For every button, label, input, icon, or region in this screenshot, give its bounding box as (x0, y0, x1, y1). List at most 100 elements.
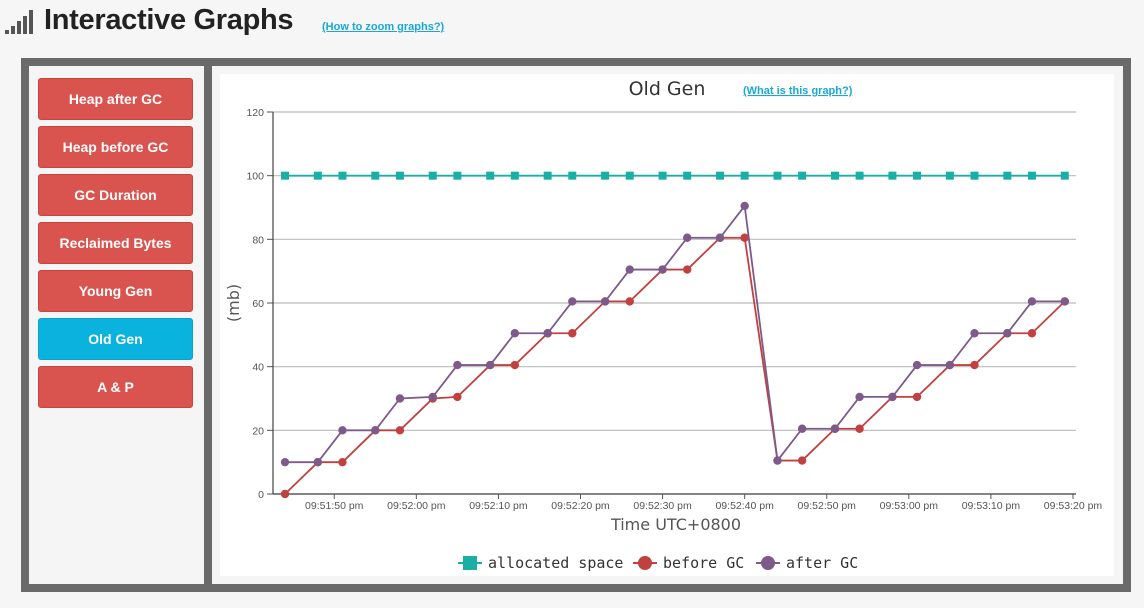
x-tick-label: 09:52:20 pm (551, 500, 610, 512)
y-tick-label: 60 (252, 298, 264, 310)
old-gen-chart[interactable]: Old Gen (What is this graph?) 0 20 40 60 80 100… (220, 74, 1114, 576)
data-point-before-gc (395, 426, 405, 435)
legend-label: after GC (786, 554, 858, 572)
data-point-allocated-space (1003, 171, 1012, 180)
y-axis-title: (mb) (224, 284, 243, 322)
data-point-allocated-space (740, 171, 749, 180)
data-point-after-gc (912, 360, 922, 370)
data-point-before-gc (855, 424, 864, 433)
data-point-allocated-space (486, 171, 495, 180)
nav-button-old-gen[interactable]: Old Gen (38, 318, 193, 360)
chart-panel: Old Gen (What is this graph?) 0 20 40 60 80 100… (212, 66, 1123, 584)
data-point-after-gc (1060, 297, 1069, 306)
data-point-allocated-space (945, 171, 954, 180)
signal-bars-icon (5, 10, 37, 34)
nav-button-a-p[interactable]: A & P (38, 366, 193, 408)
data-point-allocated-space (888, 171, 897, 180)
data-point-after-gc (773, 456, 782, 465)
data-point-after-gc (830, 424, 840, 433)
data-point-after-gc (1003, 329, 1012, 338)
data-point-allocated-space (568, 171, 577, 180)
data-point-allocated-space (798, 171, 807, 180)
legend-circle-marker (761, 556, 775, 570)
data-point-allocated-space (625, 171, 634, 180)
data-point-allocated-space (453, 171, 462, 180)
data-point-allocated-space (601, 171, 610, 180)
data-point-after-gc (683, 233, 692, 242)
data-point-after-gc (855, 392, 864, 402)
legend-item-allocated-space[interactable]: allocated space (458, 554, 623, 572)
data-point-allocated-space (773, 171, 782, 180)
data-point-before-gc (912, 392, 922, 402)
legend-item-after-gc[interactable]: after GC (756, 554, 858, 572)
legend-square-marker (463, 556, 477, 570)
data-point-allocated-space (716, 171, 725, 180)
data-point-after-gc (453, 360, 462, 370)
data-point-after-gc (371, 426, 380, 435)
data-point-allocated-space (371, 171, 380, 180)
data-point-after-gc (280, 457, 290, 467)
what-is-this-graph-link[interactable]: (What is this graph?) (743, 85, 853, 97)
data-point-allocated-space (683, 171, 692, 180)
data-point-before-gc (1027, 329, 1037, 338)
nav-button-heap-after-gc[interactable]: Heap after GC (38, 78, 193, 120)
data-point-allocated-space (395, 171, 404, 180)
data-point-allocated-space (830, 171, 839, 180)
page-title: Interactive Graphs (44, 4, 294, 36)
y-tick-label: 0 (258, 489, 264, 501)
data-point-after-gc (888, 392, 897, 402)
y-tick-label: 20 (252, 425, 264, 437)
x-tick-label: 09:53:00 pm (880, 500, 939, 512)
data-point-after-gc (1027, 297, 1037, 306)
data-point-after-gc (740, 201, 749, 211)
x-tick-label: 09:52:50 pm (798, 500, 857, 512)
data-point-after-gc (797, 424, 807, 433)
zoom-help-link[interactable]: (How to zoom graphs?) (322, 21, 444, 33)
data-point-after-gc (600, 297, 610, 306)
data-point-after-gc (625, 265, 634, 274)
data-point-before-gc (568, 329, 577, 338)
nav-button-gc-duration[interactable]: GC Duration (38, 174, 193, 216)
x-axis-title: Time UTC+0800 (610, 515, 741, 534)
data-point-after-gc (486, 360, 495, 370)
y-tick-label: 120 (246, 107, 264, 119)
legend-label: allocated space (488, 554, 623, 572)
data-point-after-gc (715, 233, 725, 242)
data-point-after-gc (510, 329, 520, 338)
page-header: Interactive Graphs (How to zoom graphs?) (0, 0, 1144, 50)
x-tick-label: 09:51:50 pm (305, 500, 364, 512)
x-tick-label: 09:53:10 pm (962, 500, 1021, 512)
chart-card: Old Gen (What is this graph?) 0 20 40 60 80 100… (220, 74, 1114, 576)
data-point-before-gc (797, 456, 807, 465)
data-point-after-gc (970, 329, 979, 338)
data-point-allocated-space (428, 171, 437, 180)
data-point-after-gc (395, 394, 405, 403)
data-point-before-gc (510, 360, 520, 370)
y-tick-label: 40 (252, 362, 264, 374)
data-point-after-gc (313, 457, 323, 467)
data-point-before-gc (338, 457, 347, 467)
nav-button-reclaimed-bytes[interactable]: Reclaimed Bytes (38, 222, 193, 264)
y-tick-label: 100 (246, 171, 264, 183)
data-point-after-gc (945, 360, 955, 370)
x-tick-label: 09:52:00 pm (387, 500, 446, 512)
data-point-before-gc (280, 489, 290, 499)
data-point-allocated-space (658, 171, 667, 180)
nav-button-young-gen[interactable]: Young Gen (38, 270, 193, 312)
nav-button-heap-before-gc[interactable]: Heap before GC (38, 126, 193, 168)
data-point-before-gc (453, 392, 462, 402)
data-point-allocated-space (510, 171, 519, 180)
legend-item-before-gc[interactable]: before GC (633, 554, 744, 572)
data-point-after-gc (543, 329, 552, 338)
data-point-allocated-space (970, 171, 979, 180)
data-point-allocated-space (913, 171, 922, 180)
legend-label: before GC (663, 554, 744, 572)
data-point-allocated-space (855, 171, 864, 180)
data-point-allocated-space (1027, 171, 1036, 180)
x-tick-label: 09:52:40 pm (715, 500, 774, 512)
data-point-after-gc (428, 392, 437, 402)
x-tick-label: 09:52:10 pm (469, 500, 528, 512)
data-point-before-gc (625, 297, 634, 306)
x-tick-label: 09:53:20 pm (1044, 500, 1103, 512)
data-point-allocated-space (1060, 171, 1069, 180)
